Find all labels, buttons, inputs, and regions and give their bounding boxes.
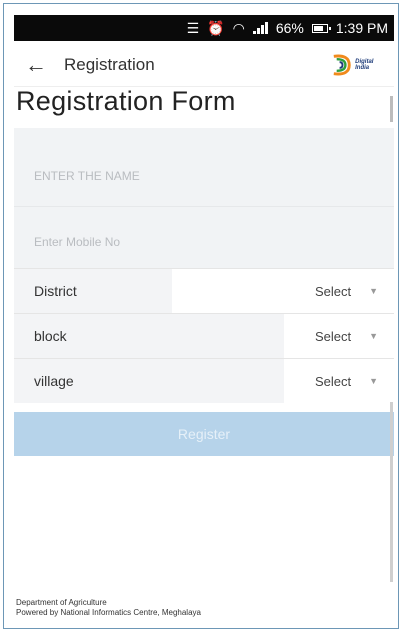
status-time: 1:39 PM (335, 20, 388, 36)
village-label: village (14, 359, 284, 403)
block-row: block Select ▼ (14, 313, 394, 358)
back-arrow-icon[interactable]: ← (22, 52, 50, 78)
name-input[interactable] (14, 146, 394, 206)
scrollbar-lower[interactable] (390, 402, 393, 582)
chevron-down-icon: ▼ (369, 286, 378, 296)
battery-icon (311, 23, 331, 33)
footer: Department of Agriculture Powered by Nat… (16, 598, 201, 618)
footer-department: Department of Agriculture (16, 598, 107, 607)
alarm-icon: ⏰ (207, 19, 225, 36)
district-label: District (14, 269, 172, 313)
register-button[interactable]: Register (14, 412, 394, 456)
village-select[interactable]: Select ▼ (284, 359, 394, 403)
scrollbar[interactable] (390, 96, 393, 122)
signal-icon (252, 22, 268, 34)
form-body (14, 128, 394, 272)
chevron-down-icon: ▼ (369, 376, 378, 386)
vibrate-icon: ☰ (186, 19, 200, 36)
mobile-input[interactable] (14, 212, 394, 272)
village-row: village Select ▼ (14, 358, 394, 403)
divider (14, 206, 394, 207)
logo-text: Digital India (355, 59, 374, 71)
block-select[interactable]: Select ▼ (284, 314, 394, 358)
page-title: Registration Form (16, 86, 236, 116)
block-label: block (14, 314, 284, 358)
app-bar: ← Registration Digital India (14, 44, 394, 87)
district-row: District Select ▼ (14, 268, 394, 313)
wifi-icon: ◠ (232, 19, 245, 36)
battery-percent: 66% (275, 20, 304, 36)
digital-india-logo-icon (333, 54, 351, 76)
digital-india-logo: Digital India (328, 50, 388, 80)
block-select-value: Select (314, 328, 352, 344)
status-bar: ☰ ⏰ ◠ 66% 1:39 PM (14, 15, 394, 41)
app-title: Registration (64, 55, 155, 74)
district-select-value: Select (314, 283, 352, 299)
chevron-down-icon: ▼ (369, 331, 378, 341)
village-select-value: Select (314, 373, 352, 389)
footer-powered-by: Powered by National Informatics Centre, … (16, 608, 201, 617)
district-select[interactable]: Select ▼ (172, 269, 394, 313)
